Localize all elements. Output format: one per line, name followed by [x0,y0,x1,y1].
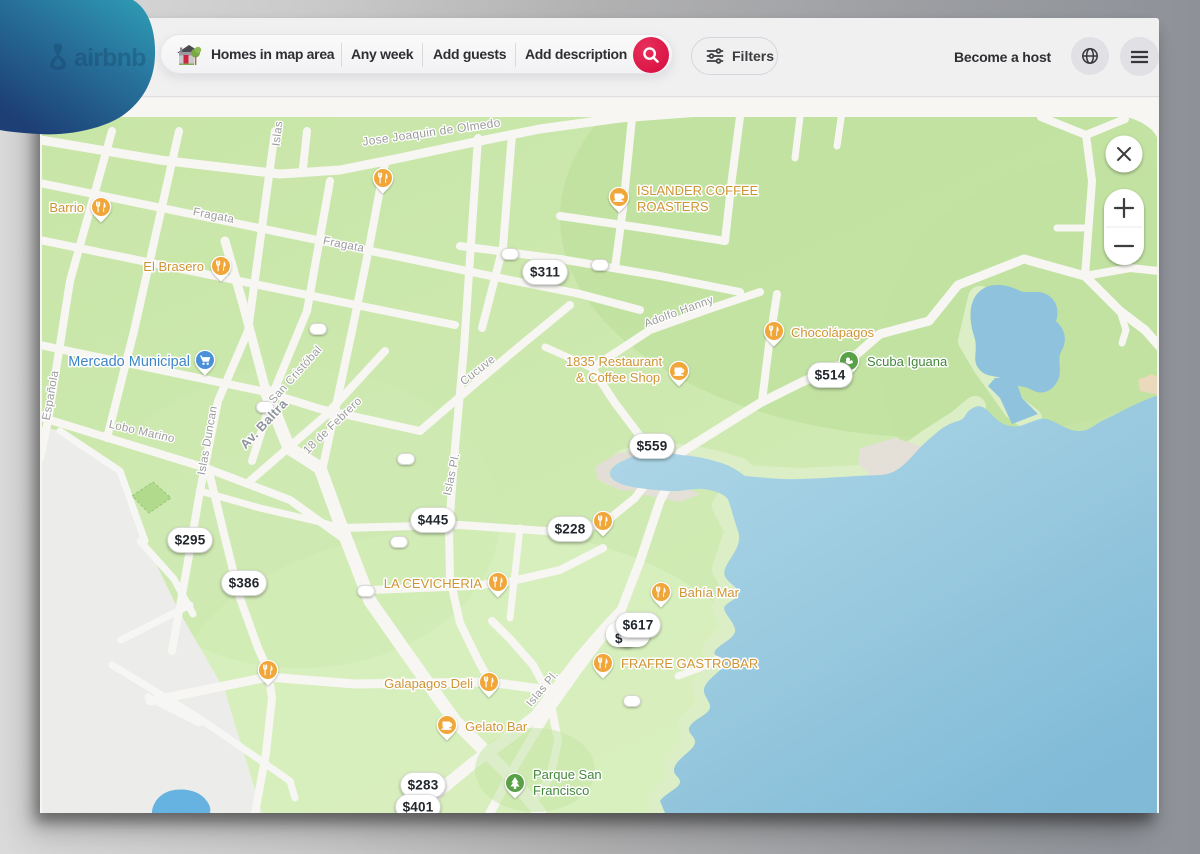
svg-text:& Coffee Shop: & Coffee Shop [576,370,660,385]
svg-text:Galapagos Deli: Galapagos Deli [384,676,473,691]
svg-text:ROASTERS: ROASTERS [637,199,709,214]
svg-text:1835 Restaurant: 1835 Restaurant [566,354,663,369]
svg-text:$386: $386 [229,576,260,591]
svg-text:Parque San: Parque San [533,767,602,782]
svg-text:Chocolápagos: Chocolápagos [791,325,875,340]
svg-text:El Brasero: El Brasero [143,259,204,274]
svg-text:FRAFRE GASTROBAR: FRAFRE GASTROBAR [621,656,758,671]
svg-text:$295: $295 [175,533,206,548]
svg-text:Barrio: Barrio [49,200,84,215]
svg-text:$228: $228 [555,522,586,537]
svg-text:$559: $559 [637,439,668,454]
svg-text:$617: $617 [623,618,654,633]
svg-text:$445: $445 [418,513,449,528]
svg-text:$401: $401 [403,800,434,814]
svg-text:Bahía Mar: Bahía Mar [679,585,740,600]
svg-text:Gelato Bar: Gelato Bar [465,719,528,734]
svg-text:$311: $311 [530,265,560,280]
svg-text:$283: $283 [408,778,439,793]
svg-text:Scuba Iguana: Scuba Iguana [867,354,948,369]
svg-text:Francisco: Francisco [533,783,589,798]
svg-text:Mercado Municipal: Mercado Municipal [68,354,190,370]
svg-text:airbnb: airbnb [74,44,146,72]
svg-text:LA CEVICHERIA: LA CEVICHERIA [384,576,483,591]
svg-text:$514: $514 [815,368,846,383]
svg-text:ISLANDER COFFEE: ISLANDER COFFEE [637,183,759,198]
